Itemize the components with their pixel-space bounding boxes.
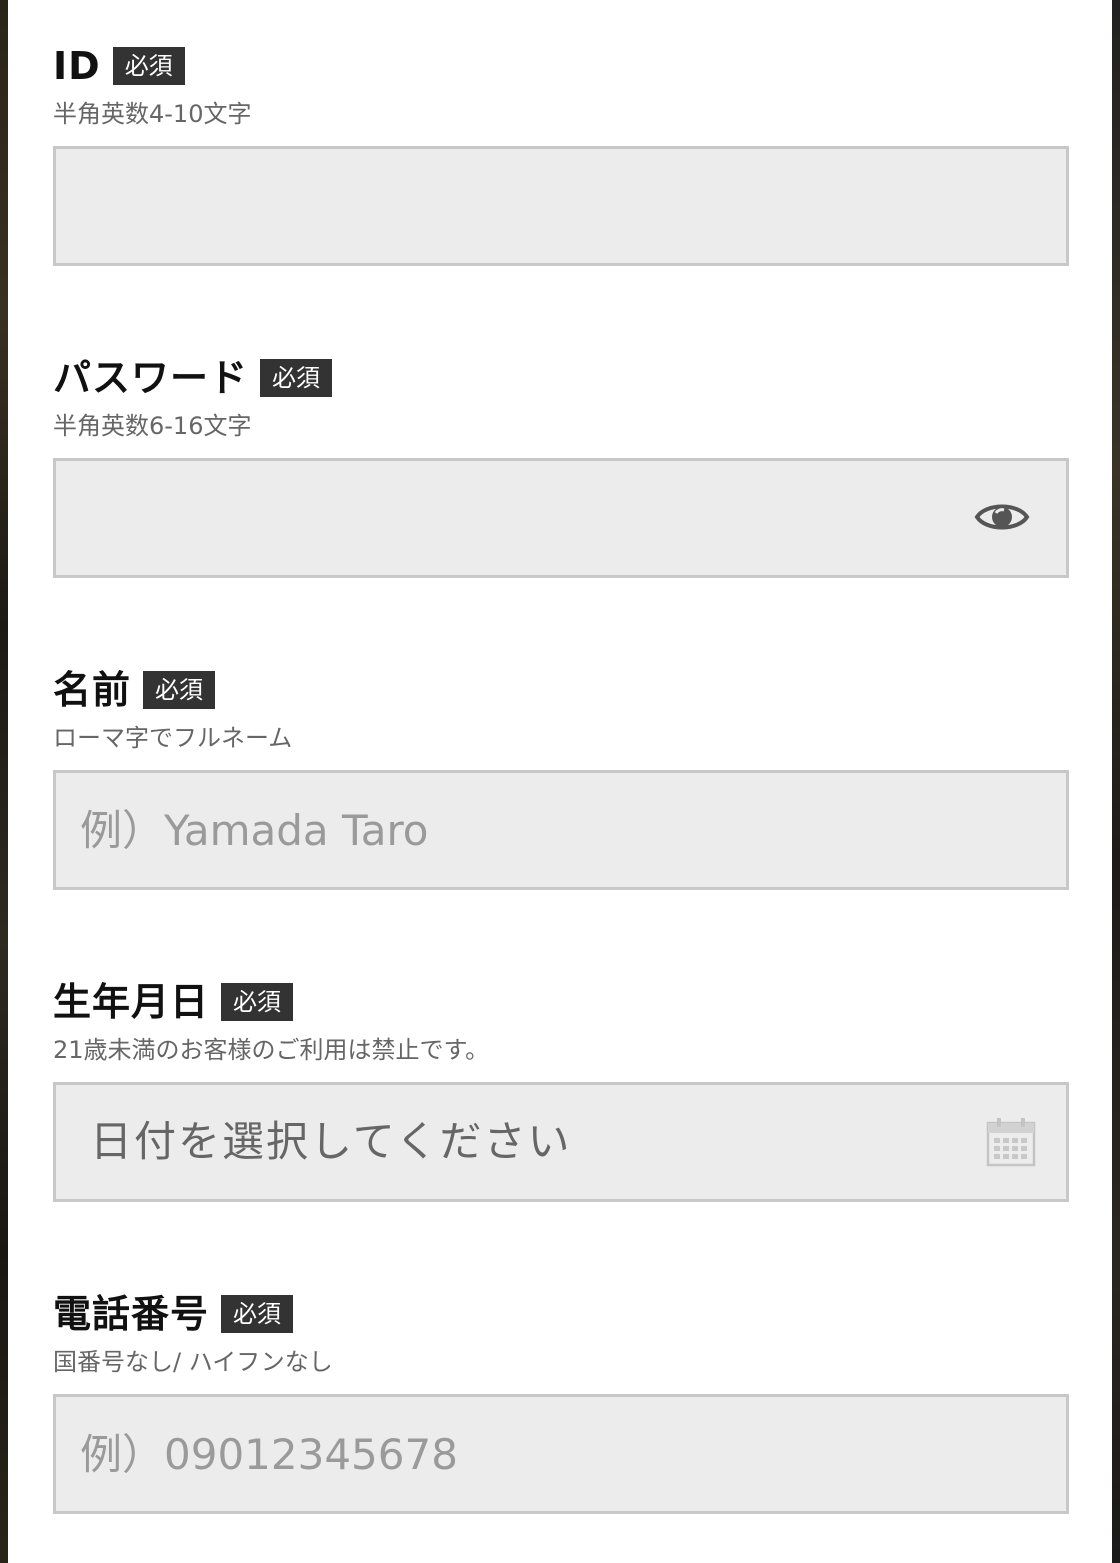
id-field-group: ID 必須 半角英数4-10文字 <box>53 44 1069 266</box>
calendar-icon[interactable] <box>986 1117 1036 1167</box>
phone-label: 電話番号 <box>53 1292 210 1336</box>
birthday-label-row: 生年月日 必須 <box>53 980 1069 1024</box>
password-input[interactable] <box>56 461 1066 575</box>
id-label: ID <box>53 44 101 88</box>
password-label: パスワード <box>53 356 249 400</box>
name-label-row: 名前 必須 <box>53 668 1069 712</box>
name-input[interactable] <box>56 773 1066 887</box>
required-badge: 必須 <box>143 671 216 709</box>
id-input-container <box>53 146 1069 266</box>
background-edge-right <box>1112 0 1120 1563</box>
phone-field-group: 電話番号 必須 国番号なし/ ハイフンなし <box>53 1292 1069 1514</box>
required-badge: 必須 <box>221 983 294 1021</box>
birthday-label: 生年月日 <box>53 980 210 1024</box>
birthday-date-value: 日付を選択してください <box>90 1117 572 1166</box>
password-input-container <box>53 458 1069 578</box>
birthday-date-picker[interactable]: 日付を選択してください <box>53 1082 1069 1202</box>
name-label: 名前 <box>53 668 132 712</box>
name-field-group: 名前 必須 ローマ字でフルネーム <box>53 668 1069 890</box>
id-hint: 半角英数4-10文字 <box>53 100 252 128</box>
registration-form: ID 必須 半角英数4-10文字 パスワード 必須 半角英数6-16文字 名前 … <box>8 0 1112 1563</box>
required-badge: 必須 <box>112 47 185 85</box>
name-hint: ローマ字でフルネーム <box>53 724 293 752</box>
phone-input-container <box>53 1394 1069 1514</box>
required-badge: 必須 <box>221 1295 294 1333</box>
birthday-hint: 21歳未満のお客様のご利用は禁止です。 <box>53 1036 490 1064</box>
password-label-row: パスワード 必須 <box>53 356 1069 400</box>
background-edge-left <box>0 0 8 1563</box>
id-input[interactable] <box>56 149 1066 263</box>
name-input-container <box>53 770 1069 890</box>
password-field-group: パスワード 必須 半角英数6-16文字 <box>53 356 1069 578</box>
birthday-field-group: 生年月日 必須 21歳未満のお客様のご利用は禁止です。 日付を選択してください <box>53 980 1069 1202</box>
required-badge: 必須 <box>260 359 333 397</box>
id-label-row: ID 必須 <box>53 44 1069 88</box>
eye-icon[interactable] <box>974 497 1030 537</box>
phone-label-row: 電話番号 必須 <box>53 1292 1069 1336</box>
phone-hint: 国番号なし/ ハイフンなし <box>53 1348 333 1376</box>
password-hint: 半角英数6-16文字 <box>53 412 252 440</box>
phone-input[interactable] <box>56 1397 1066 1511</box>
